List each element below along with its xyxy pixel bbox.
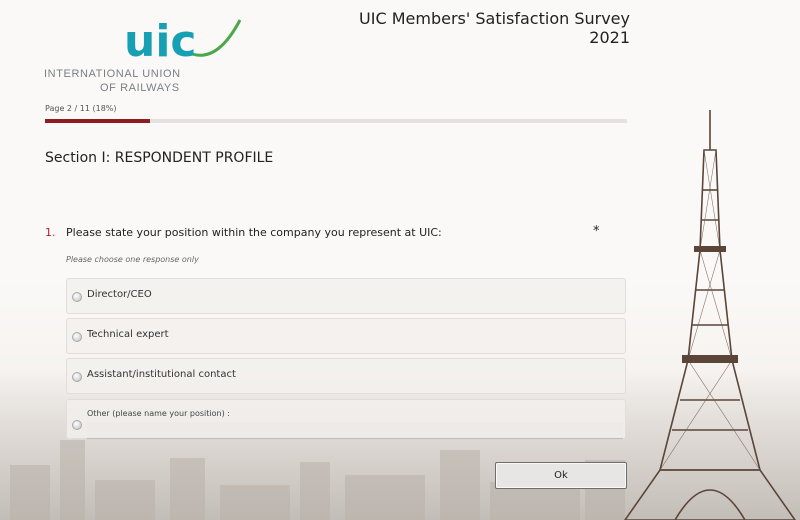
option-other[interactable]: Other (please name your position) :	[66, 399, 626, 439]
radio-button[interactable]	[72, 372, 82, 382]
question-hint: Please choose one response only	[66, 255, 199, 264]
option-director-ceo[interactable]: Director/CEO	[66, 278, 626, 314]
other-option-label: Other (please name your position) :	[87, 409, 230, 418]
progress-bar-fill	[45, 119, 150, 123]
page-indicator: Page 2 / 11 (18%)	[45, 104, 117, 113]
ok-button[interactable]: Ok	[495, 462, 627, 489]
required-marker: *	[593, 224, 600, 239]
uic-logo: uic INTERNATIONAL UNION OF RAILWAYS	[44, 8, 244, 96]
eiffel-tower-icon	[624, 110, 796, 520]
progress-bar	[45, 119, 627, 123]
option-label: Director/CEO	[87, 289, 152, 300]
logo-text-line2: OF RAILWAYS	[100, 82, 180, 94]
radio-button[interactable]	[72, 420, 82, 430]
radio-button[interactable]	[72, 292, 82, 302]
logo-text-line1: INTERNATIONAL UNION	[44, 68, 181, 80]
question-number: 1.	[45, 226, 56, 239]
question-text: Please state your position within the co…	[66, 226, 442, 239]
option-label: Technical expert	[87, 329, 169, 340]
radio-button[interactable]	[72, 332, 82, 342]
other-position-input[interactable]	[87, 422, 623, 439]
uic-logo-mark: uic	[124, 16, 242, 67]
option-assistant-contact[interactable]: Assistant/institutional contact	[66, 358, 626, 394]
option-technical-expert[interactable]: Technical expert	[66, 318, 626, 354]
survey-title: UIC Members' Satisfaction Survey 2021	[359, 9, 630, 47]
section-title: Section I: RESPONDENT PROFILE	[45, 150, 274, 166]
logo-mark-text: uic	[124, 16, 197, 67]
option-label: Assistant/institutional contact	[87, 369, 236, 380]
